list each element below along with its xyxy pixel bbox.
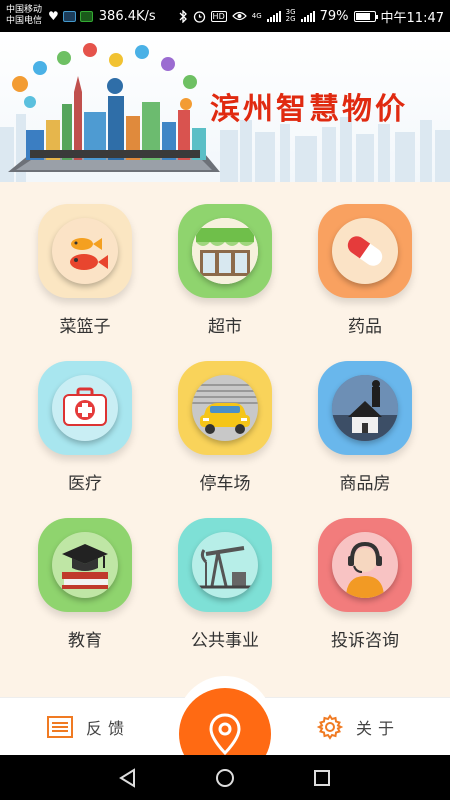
recents-button[interactable] xyxy=(307,763,337,793)
category-housing[interactable]: 商品房 xyxy=(295,357,435,514)
network-type-2: 3G 2G xyxy=(285,8,296,23)
status-bar: 中国移动 中国电信 ♥ 386.4K/s HD 4G 3G 2G 79% 中午1… xyxy=(0,0,450,32)
tile[interactable] xyxy=(318,204,412,298)
heart-rate-icon: ♥ xyxy=(48,9,59,23)
oil-pump-icon xyxy=(192,532,258,598)
category-supermarket[interactable]: 超市 xyxy=(155,200,295,357)
signal-icon xyxy=(300,10,315,22)
back-button[interactable] xyxy=(113,763,143,793)
network-type: 4G xyxy=(251,12,262,20)
category-complaints[interactable]: 投诉咨询 xyxy=(295,514,435,671)
signal-icon xyxy=(266,10,281,22)
carrier-1: 中国移动 xyxy=(6,5,43,15)
category-label: 药品 xyxy=(348,317,382,337)
about-label: 关于 xyxy=(356,719,401,738)
category-label: 停车场 xyxy=(199,474,251,494)
banner-title: 滨州智慧物价 xyxy=(210,92,408,127)
app-notification-icon xyxy=(62,10,76,22)
home-icon xyxy=(215,768,234,787)
category-label: 超市 xyxy=(208,317,242,337)
feedback-label: 反馈 xyxy=(86,719,131,738)
system-navigation-bar xyxy=(0,755,450,800)
tile[interactable] xyxy=(318,361,412,455)
category-public-utilities[interactable]: 公共事业 xyxy=(155,514,295,671)
category-vegetable-basket[interactable]: 菜篮子 xyxy=(15,200,155,357)
clock: 中午11:47 xyxy=(380,10,444,26)
carrier-2: 中国电信 xyxy=(6,16,43,26)
banner: 滨州智慧物价 xyxy=(0,32,450,182)
home-button[interactable] xyxy=(210,763,240,793)
category-label: 医疗 xyxy=(68,474,102,494)
location-pin-icon xyxy=(209,713,241,756)
about-button[interactable]: 关于 xyxy=(316,698,400,756)
category-label: 教育 xyxy=(68,631,102,651)
notification-icons: ♥ xyxy=(48,9,93,23)
pill-icon xyxy=(332,218,398,284)
status-icons: HD 4G 3G 2G 79% 中午11:47 xyxy=(179,7,444,26)
customer-service-icon xyxy=(332,532,398,598)
category-education[interactable]: 教育 xyxy=(15,514,155,671)
tile[interactable] xyxy=(178,518,272,612)
category-grid: 菜篮子 超市 药品 医疗 停车场 商品房 教育 公共事业 投诉咨询 xyxy=(15,200,435,671)
category-parking[interactable]: 停车场 xyxy=(155,357,295,514)
tile[interactable] xyxy=(178,204,272,298)
battery-level-fill xyxy=(355,12,370,20)
bluetooth-icon xyxy=(179,9,187,23)
category-label: 投诉咨询 xyxy=(331,631,399,651)
list-icon xyxy=(47,716,73,738)
category-label: 公共事业 xyxy=(191,631,259,651)
tile[interactable] xyxy=(38,204,132,298)
app-notification-icon xyxy=(79,10,93,22)
tile[interactable] xyxy=(178,361,272,455)
tile[interactable] xyxy=(38,518,132,612)
category-label: 菜篮子 xyxy=(59,317,111,337)
hd-icon: HD xyxy=(210,10,227,22)
net-speed: 386.4K/s xyxy=(98,8,156,24)
back-icon xyxy=(119,767,136,788)
alarm-icon xyxy=(193,10,205,23)
first-aid-kit-icon xyxy=(52,375,118,441)
car-icon xyxy=(192,375,258,441)
fish-icon xyxy=(52,218,118,284)
category-medicine[interactable]: 药品 xyxy=(295,200,435,357)
category-medical[interactable]: 医疗 xyxy=(15,357,155,514)
recents-icon xyxy=(313,769,330,786)
feedback-button[interactable]: 反馈 xyxy=(46,698,130,756)
tile[interactable] xyxy=(318,518,412,612)
tile[interactable] xyxy=(38,361,132,455)
carrier-names: 中国移动 中国电信 xyxy=(6,5,42,27)
battery-icon xyxy=(353,10,378,22)
graduation-cap-icon xyxy=(52,532,118,598)
battery-percent: 79% xyxy=(319,8,349,24)
supermarket-icon xyxy=(192,218,258,284)
gear-icon xyxy=(316,714,344,740)
category-label: 商品房 xyxy=(339,474,391,494)
house-icon xyxy=(332,375,398,441)
eye-icon xyxy=(231,11,247,21)
